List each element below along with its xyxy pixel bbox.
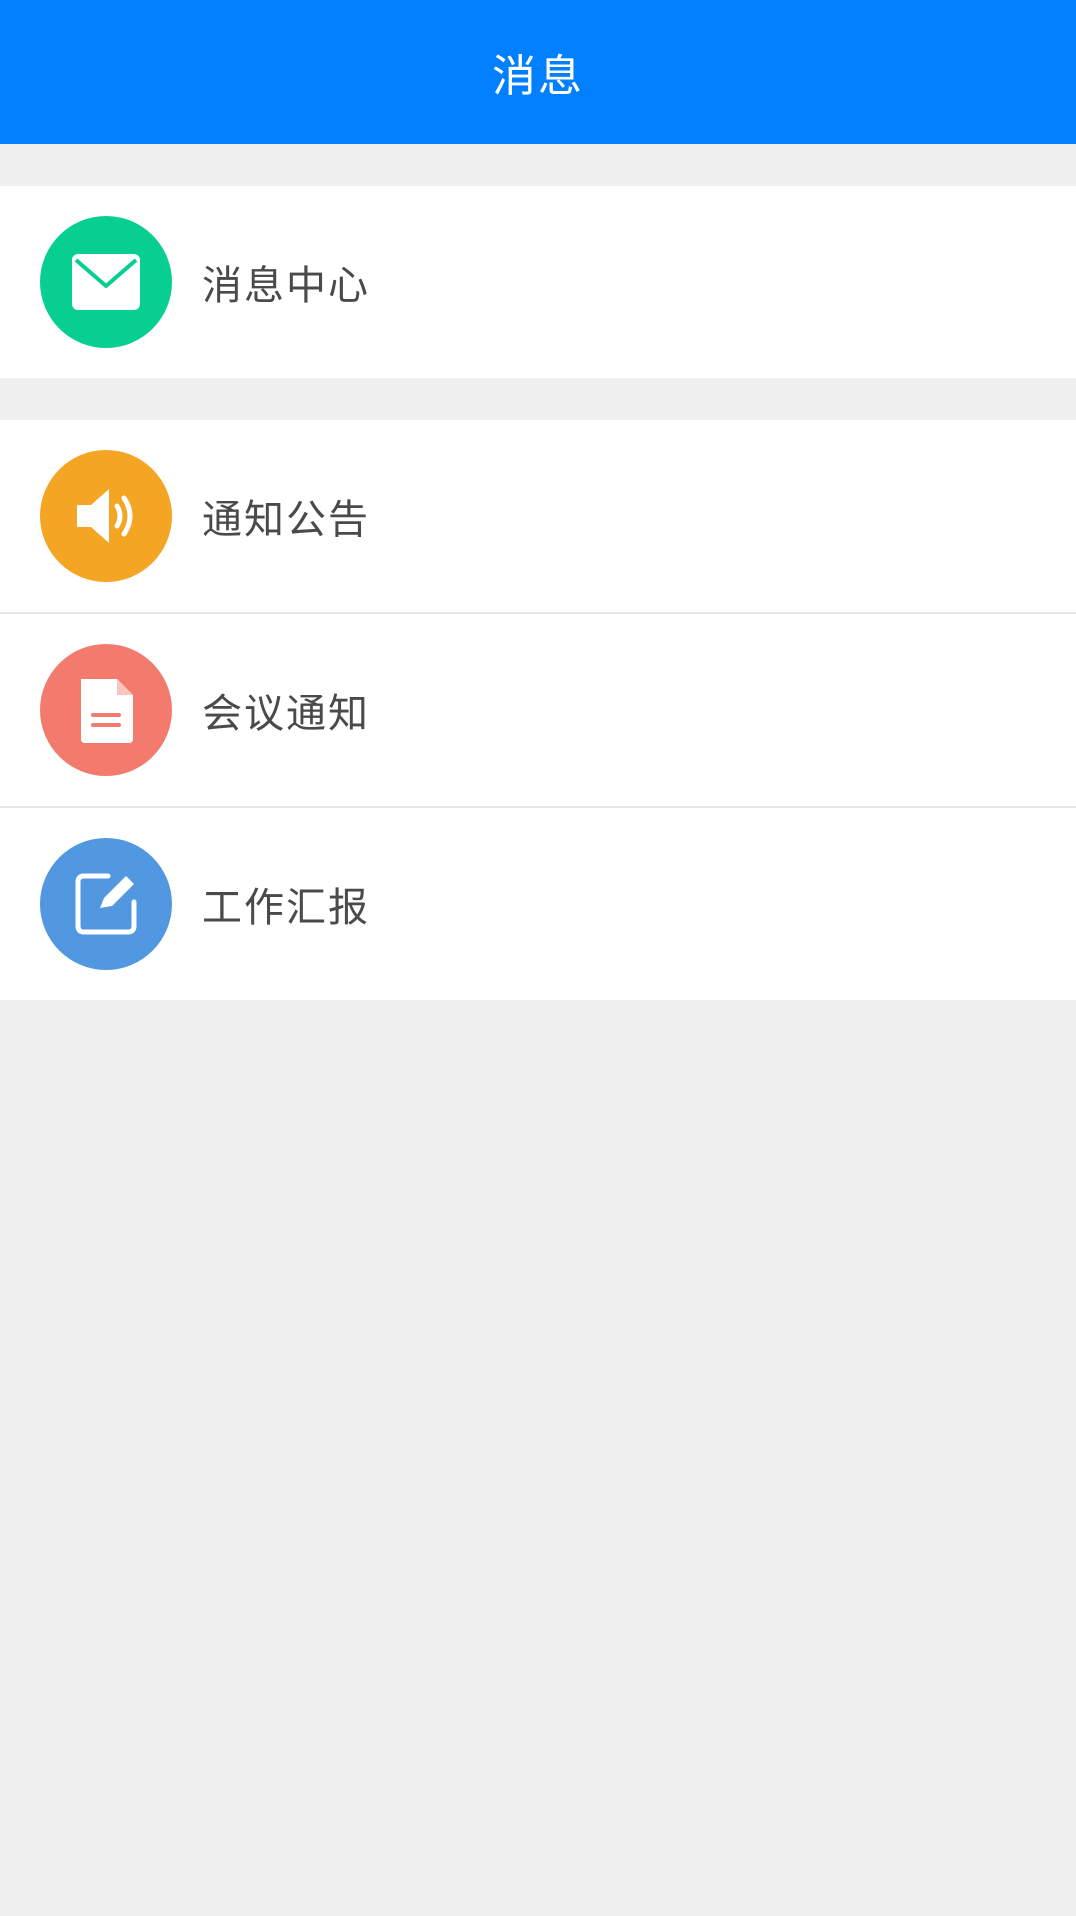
list-item-message-center[interactable]: 消息中心 <box>0 186 1076 378</box>
notifications-group: 通知公告 会议通知 工作汇报 <box>0 420 1076 1000</box>
list-item-meeting-notice[interactable]: 会议通知 <box>0 612 1076 806</box>
document-icon <box>40 644 172 776</box>
item-label: 通知公告 <box>202 497 370 543</box>
item-label: 会议通知 <box>202 691 370 737</box>
item-label: 工作汇报 <box>202 885 370 931</box>
list-item-work-report[interactable]: 工作汇报 <box>0 806 1076 1000</box>
list-item-announcements[interactable]: 通知公告 <box>0 420 1076 612</box>
message-center-group: 消息中心 <box>0 186 1076 378</box>
page-title: 消息 <box>492 51 584 102</box>
edit-icon <box>40 838 172 970</box>
app-header: 消息 <box>0 0 1076 144</box>
speaker-icon <box>40 450 172 582</box>
envelope-icon <box>40 216 172 348</box>
item-label: 消息中心 <box>202 263 370 309</box>
